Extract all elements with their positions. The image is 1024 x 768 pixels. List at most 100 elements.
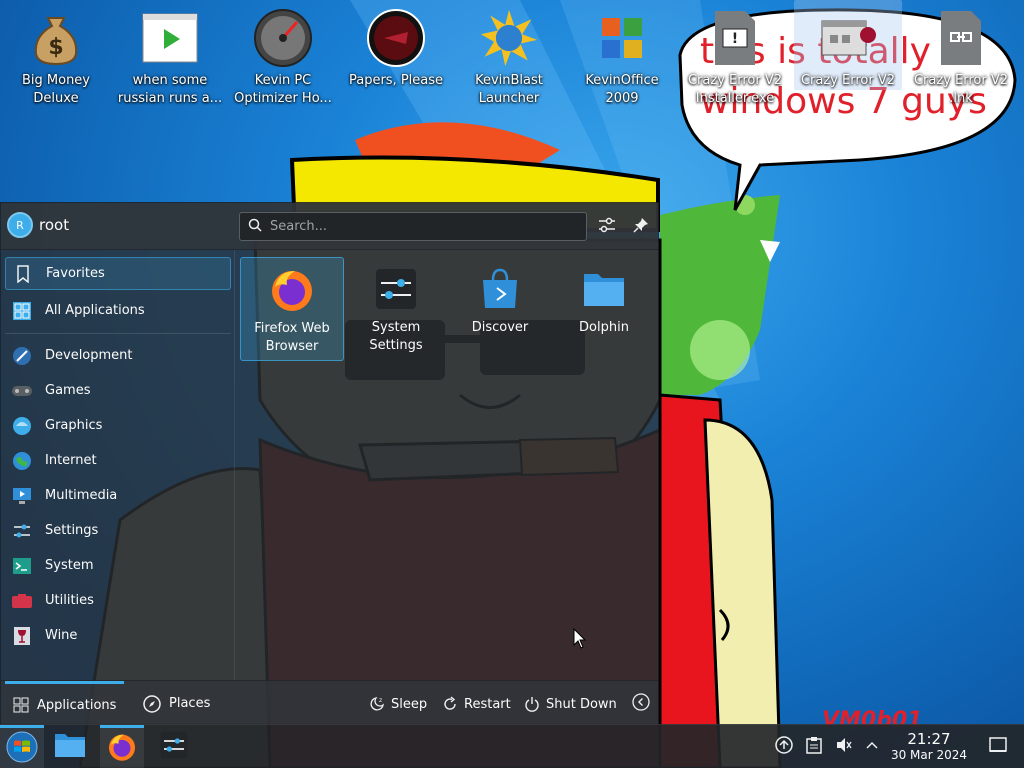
search-icon	[248, 218, 262, 236]
sliders-icon	[598, 216, 616, 238]
favorite-system-settings[interactable]: System Settings	[344, 257, 448, 361]
category-wine[interactable]: Wine	[5, 619, 231, 652]
username-label: root	[39, 216, 70, 234]
taskbar-file-manager[interactable]	[48, 725, 92, 768]
show-desktop-icon	[989, 737, 1007, 757]
money-bag-icon: $	[26, 8, 86, 68]
category-utilities[interactable]: Utilities	[5, 584, 231, 617]
category-internet[interactable]: Internet	[5, 444, 231, 477]
applications-grid-icon	[13, 697, 29, 713]
svg-text:$: $	[48, 35, 63, 60]
system-settings-icon	[160, 731, 188, 763]
tab-applications[interactable]: Applications	[5, 681, 125, 726]
desktop-icon-papers-please[interactable]: Papers, Please	[342, 0, 450, 90]
multimedia-icon	[11, 485, 33, 507]
tray-volume[interactable]	[832, 735, 856, 759]
exe-file-icon: !	[705, 8, 765, 68]
favorite-firefox[interactable]: Firefox Web Browser	[240, 257, 344, 361]
desktop-icon-kevinblast-launcher[interactable]: KevinBlast Launcher	[455, 0, 563, 108]
show-desktop-button[interactable]	[986, 735, 1010, 759]
desktop-icon-kevinoffice-2009[interactable]: KevinOffice 2009	[568, 0, 676, 108]
clock-time: 21:27	[907, 730, 951, 748]
start-button[interactable]	[0, 725, 44, 768]
tray-updates[interactable]	[772, 735, 796, 759]
more-actions-button[interactable]	[632, 693, 650, 715]
application-launcher: R root Favorites All Applications	[0, 202, 659, 725]
category-settings[interactable]: Settings	[5, 514, 231, 547]
firefox-icon	[268, 266, 316, 314]
desktop-icon-crazy-error-installer[interactable]: ! Crazy Error V2 Installer.exe	[681, 0, 789, 108]
search-box[interactable]	[239, 212, 587, 241]
taskbar: 21:27 30 Mar 2024	[0, 724, 1024, 768]
category-graphics[interactable]: Graphics	[5, 409, 231, 442]
folder-icon	[580, 265, 628, 313]
category-development[interactable]: Development	[5, 339, 231, 372]
restart-button[interactable]: Restart	[442, 693, 511, 715]
desktop-icon-crazy-error-v2[interactable]: Crazy Error V2	[794, 0, 902, 90]
development-icon	[11, 345, 33, 367]
clipboard-icon	[806, 736, 822, 758]
desktop-icon-crazy-error-lnk[interactable]: Crazy Error V2 .lnk	[907, 0, 1015, 108]
desktop-icon-russian-video[interactable]: when some russian runs a...	[116, 0, 224, 108]
pin-icon	[633, 217, 649, 237]
category-favorites[interactable]: Favorites	[5, 257, 231, 290]
video-play-icon	[140, 8, 200, 68]
category-all-applications[interactable]: All Applications	[5, 294, 231, 327]
shutdown-button[interactable]: Shut Down	[524, 693, 617, 715]
restart-icon	[442, 696, 458, 712]
windows-orb-icon	[6, 731, 38, 767]
office-icon	[592, 8, 652, 68]
settings-icon	[11, 520, 33, 542]
compass-icon	[143, 694, 161, 713]
launcher-footer: Applications Places z Sleep Restart Shut…	[1, 680, 658, 725]
svg-text:z: z	[379, 697, 382, 704]
category-multimedia[interactable]: Multimedia	[5, 479, 231, 512]
chevron-up-icon	[865, 738, 879, 756]
taskbar-firefox[interactable]	[100, 725, 144, 768]
folder-icon	[54, 732, 86, 762]
update-icon	[775, 736, 793, 758]
category-system[interactable]: System	[5, 549, 231, 582]
category-separator	[5, 333, 231, 334]
volume-muted-icon	[835, 736, 853, 758]
category-games[interactable]: Games	[5, 374, 231, 407]
graphics-icon	[11, 415, 33, 437]
system-icon	[11, 555, 33, 577]
sleep-button[interactable]: z Sleep	[369, 693, 427, 715]
svg-text:!: !	[732, 31, 738, 47]
power-icon	[524, 696, 540, 712]
chevron-left-icon	[632, 693, 650, 715]
gamepad-icon	[11, 380, 33, 402]
category-sidebar: Favorites All Applications Development G…	[1, 250, 235, 680]
wine-app-icon	[818, 8, 878, 68]
sleep-icon: z	[369, 696, 385, 712]
launcher-header: R root	[1, 203, 658, 250]
tab-places[interactable]: Places	[135, 681, 218, 726]
tray-clipboard[interactable]	[802, 735, 826, 759]
configure-button[interactable]	[595, 215, 619, 239]
speedometer-icon	[253, 8, 313, 68]
digital-clock[interactable]: 21:27 30 Mar 2024	[888, 731, 970, 763]
desktop-icon-kevin-pc-optimizer[interactable]: Kevin PC Optimizer Ho...	[229, 0, 337, 108]
blast-launcher-icon	[479, 8, 539, 68]
taskbar-system-settings[interactable]	[152, 725, 196, 768]
papers-please-icon	[366, 8, 426, 68]
firefox-icon	[107, 732, 137, 766]
mouse-cursor	[573, 627, 587, 654]
discover-icon	[476, 265, 524, 313]
utilities-icon	[11, 590, 33, 612]
desktop-icon-big-money-deluxe[interactable]: $ Big Money Deluxe	[2, 0, 110, 108]
favorite-dolphin[interactable]: Dolphin	[552, 257, 656, 361]
user-avatar[interactable]: R	[7, 212, 33, 238]
clock-date: 30 Mar 2024	[890, 748, 968, 762]
tray-expand[interactable]	[860, 735, 884, 759]
favorite-discover[interactable]: Discover	[448, 257, 552, 361]
search-input[interactable]	[270, 219, 570, 234]
globe-icon	[11, 450, 33, 472]
system-settings-icon	[372, 265, 420, 313]
wine-icon	[11, 625, 33, 647]
link-file-icon	[931, 8, 991, 68]
pin-button[interactable]	[629, 215, 653, 239]
grid-icon	[11, 300, 33, 322]
bookmark-icon	[12, 263, 34, 285]
